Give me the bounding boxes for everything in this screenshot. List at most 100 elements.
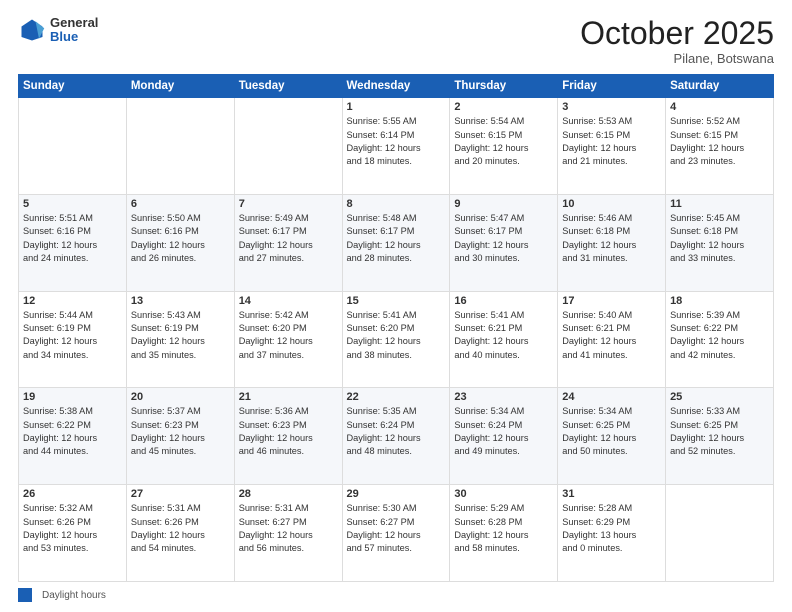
day-info: Sunrise: 5:34 AM Sunset: 6:24 PM Dayligh…	[454, 405, 553, 458]
day-number: 15	[347, 295, 446, 307]
day-info: Sunrise: 5:45 AM Sunset: 6:18 PM Dayligh…	[670, 212, 769, 265]
calendar-week-3: 12 Sunrise: 5:44 AM Sunset: 6:19 PM Dayli…	[19, 291, 774, 388]
day-number: 20	[131, 391, 230, 403]
footer: Daylight hours	[18, 588, 774, 602]
day-number: 23	[454, 391, 553, 403]
day-number: 12	[23, 295, 122, 307]
logo: General Blue	[18, 16, 98, 45]
calendar-table: SundayMondayTuesdayWednesdayThursdayFrid…	[18, 74, 774, 582]
col-header-friday: Friday	[558, 75, 666, 98]
day-info: Sunrise: 5:28 AM Sunset: 6:29 PM Dayligh…	[562, 502, 661, 555]
calendar-cell	[666, 485, 774, 582]
day-number: 2	[454, 101, 553, 113]
day-number: 27	[131, 488, 230, 500]
calendar-cell: 3Sunrise: 5:53 AM Sunset: 6:15 PM Daylig…	[558, 98, 666, 195]
day-info: Sunrise: 5:55 AM Sunset: 6:14 PM Dayligh…	[347, 115, 446, 168]
calendar-cell: 27 Sunrise: 5:31 AM Sunset: 6:26 PM Dayli…	[126, 485, 234, 582]
calendar-cell: 24 Sunrise: 5:34 AM Sunset: 6:25 PM Dayli…	[558, 388, 666, 485]
day-number: 18	[670, 295, 769, 307]
day-number: 24	[562, 391, 661, 403]
calendar-cell	[126, 98, 234, 195]
calendar-cell: 1 Sunrise: 5:55 AM Sunset: 6:14 PM Daylig…	[342, 98, 450, 195]
calendar-cell: 23 Sunrise: 5:34 AM Sunset: 6:24 PM Dayli…	[450, 388, 558, 485]
day-number: 19	[23, 391, 122, 403]
calendar-cell: 22Sunrise: 5:35 AM Sunset: 6:24 PM Dayli…	[342, 388, 450, 485]
day-info: Sunrise: 5:41 AM Sunset: 6:21 PM Dayligh…	[454, 309, 553, 362]
calendar-cell: 25Sunrise: 5:33 AM Sunset: 6:25 PM Dayli…	[666, 388, 774, 485]
day-number: 17	[562, 295, 661, 307]
calendar-cell: 31Sunrise: 5:28 AM Sunset: 6:29 PM Dayli…	[558, 485, 666, 582]
day-number: 11	[670, 198, 769, 210]
calendar-week-5: 26Sunrise: 5:32 AM Sunset: 6:26 PM Dayli…	[19, 485, 774, 582]
day-info: Sunrise: 5:31 AM Sunset: 6:27 PM Dayligh…	[239, 502, 338, 555]
calendar-cell: 5Sunrise: 5:51 AM Sunset: 6:16 PM Daylig…	[19, 194, 127, 291]
day-number: 9	[454, 198, 553, 210]
calendar-cell: 29 Sunrise: 5:30 AM Sunset: 6:27 PM Dayli…	[342, 485, 450, 582]
calendar-cell: 19 Sunrise: 5:38 AM Sunset: 6:22 PM Dayli…	[19, 388, 127, 485]
logo-icon	[18, 16, 46, 44]
calendar-cell: 15Sunrise: 5:41 AM Sunset: 6:20 PM Dayli…	[342, 291, 450, 388]
calendar-cell: 14Sunrise: 5:42 AM Sunset: 6:20 PM Dayli…	[234, 291, 342, 388]
day-info: Sunrise: 5:30 AM Sunset: 6:27 PM Dayligh…	[347, 502, 446, 555]
calendar-cell: 11 Sunrise: 5:45 AM Sunset: 6:18 PM Dayli…	[666, 194, 774, 291]
day-number: 13	[131, 295, 230, 307]
day-info: Sunrise: 5:34 AM Sunset: 6:25 PM Dayligh…	[562, 405, 661, 458]
calendar-cell: 18 Sunrise: 5:39 AM Sunset: 6:22 PM Dayli…	[666, 291, 774, 388]
logo-blue: Blue	[50, 30, 98, 44]
day-info: Sunrise: 5:47 AM Sunset: 6:17 PM Dayligh…	[454, 212, 553, 265]
day-number: 4	[670, 101, 769, 113]
calendar-cell: 20Sunrise: 5:37 AM Sunset: 6:23 PM Dayli…	[126, 388, 234, 485]
calendar-cell	[19, 98, 127, 195]
day-info: Sunrise: 5:52 AM Sunset: 6:15 PM Dayligh…	[670, 115, 769, 168]
day-info: Sunrise: 5:49 AM Sunset: 6:17 PM Dayligh…	[239, 212, 338, 265]
calendar-week-4: 19 Sunrise: 5:38 AM Sunset: 6:22 PM Dayli…	[19, 388, 774, 485]
day-number: 25	[670, 391, 769, 403]
day-info: Sunrise: 5:38 AM Sunset: 6:22 PM Dayligh…	[23, 405, 122, 458]
day-info: Sunrise: 5:43 AM Sunset: 6:19 PM Dayligh…	[131, 309, 230, 362]
day-info: Sunrise: 5:50 AM Sunset: 6:16 PM Dayligh…	[131, 212, 230, 265]
day-info: Sunrise: 5:35 AM Sunset: 6:24 PM Dayligh…	[347, 405, 446, 458]
calendar-cell: 16 Sunrise: 5:41 AM Sunset: 6:21 PM Dayli…	[450, 291, 558, 388]
calendar-cell: 12 Sunrise: 5:44 AM Sunset: 6:19 PM Dayli…	[19, 291, 127, 388]
calendar-cell: 10Sunrise: 5:46 AM Sunset: 6:18 PM Dayli…	[558, 194, 666, 291]
calendar-cell: 30Sunrise: 5:29 AM Sunset: 6:28 PM Dayli…	[450, 485, 558, 582]
day-number: 5	[23, 198, 122, 210]
calendar-cell: 28 Sunrise: 5:31 AM Sunset: 6:27 PM Dayli…	[234, 485, 342, 582]
calendar-cell: 8Sunrise: 5:48 AM Sunset: 6:17 PM Daylig…	[342, 194, 450, 291]
header: General Blue October 2025 Pilane, Botswa…	[18, 16, 774, 66]
col-header-thursday: Thursday	[450, 75, 558, 98]
page: General Blue October 2025 Pilane, Botswa…	[0, 0, 792, 612]
day-info: Sunrise: 5:40 AM Sunset: 6:21 PM Dayligh…	[562, 309, 661, 362]
day-info: Sunrise: 5:32 AM Sunset: 6:26 PM Dayligh…	[23, 502, 122, 555]
day-info: Sunrise: 5:39 AM Sunset: 6:22 PM Dayligh…	[670, 309, 769, 362]
day-number: 28	[239, 488, 338, 500]
day-number: 1	[347, 101, 446, 113]
col-header-tuesday: Tuesday	[234, 75, 342, 98]
day-info: Sunrise: 5:44 AM Sunset: 6:19 PM Dayligh…	[23, 309, 122, 362]
col-header-saturday: Saturday	[666, 75, 774, 98]
day-number: 21	[239, 391, 338, 403]
day-info: Sunrise: 5:31 AM Sunset: 6:26 PM Dayligh…	[131, 502, 230, 555]
day-number: 16	[454, 295, 553, 307]
day-number: 14	[239, 295, 338, 307]
calendar-cell: 13 Sunrise: 5:43 AM Sunset: 6:19 PM Dayli…	[126, 291, 234, 388]
day-number: 29	[347, 488, 446, 500]
legend-label: Daylight hours	[42, 590, 106, 601]
location-subtitle: Pilane, Botswana	[580, 51, 774, 66]
col-header-wednesday: Wednesday	[342, 75, 450, 98]
calendar-cell: 17 Sunrise: 5:40 AM Sunset: 6:21 PM Dayli…	[558, 291, 666, 388]
day-info: Sunrise: 5:29 AM Sunset: 6:28 PM Dayligh…	[454, 502, 553, 555]
day-number: 10	[562, 198, 661, 210]
day-info: Sunrise: 5:54 AM Sunset: 6:15 PM Dayligh…	[454, 115, 553, 168]
calendar-cell: 21Sunrise: 5:36 AM Sunset: 6:23 PM Dayli…	[234, 388, 342, 485]
calendar-cell	[234, 98, 342, 195]
calendar-week-2: 5Sunrise: 5:51 AM Sunset: 6:16 PM Daylig…	[19, 194, 774, 291]
calendar-cell: 9 Sunrise: 5:47 AM Sunset: 6:17 PM Daylig…	[450, 194, 558, 291]
logo-general: General	[50, 16, 98, 30]
col-header-sunday: Sunday	[19, 75, 127, 98]
title-block: October 2025 Pilane, Botswana	[580, 16, 774, 66]
legend-box	[18, 588, 32, 602]
month-title: October 2025	[580, 16, 774, 51]
calendar-header-row: SundayMondayTuesdayWednesdayThursdayFrid…	[19, 75, 774, 98]
calendar-cell: 2 Sunrise: 5:54 AM Sunset: 6:15 PM Daylig…	[450, 98, 558, 195]
